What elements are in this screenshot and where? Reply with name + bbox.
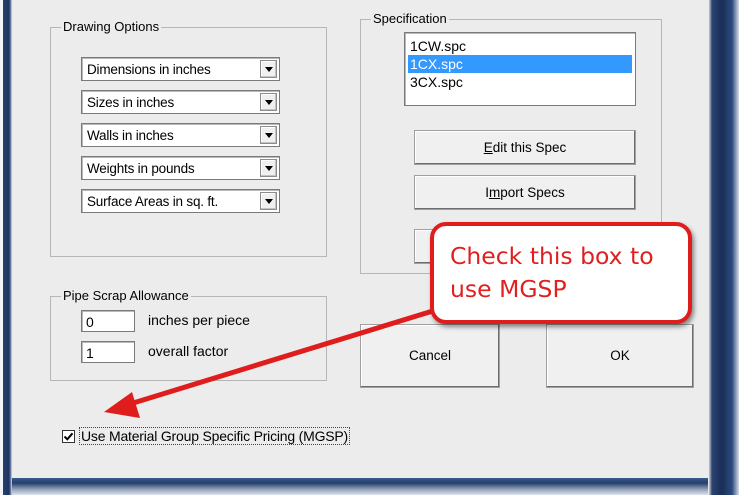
callout-line-2: use MGSP [450, 275, 567, 303]
annotation-callout: Check this box to use MGSP [430, 222, 692, 324]
callout-text: Check this box to use MGSP [450, 240, 686, 306]
callout-line-1: Check this box to [450, 242, 654, 270]
